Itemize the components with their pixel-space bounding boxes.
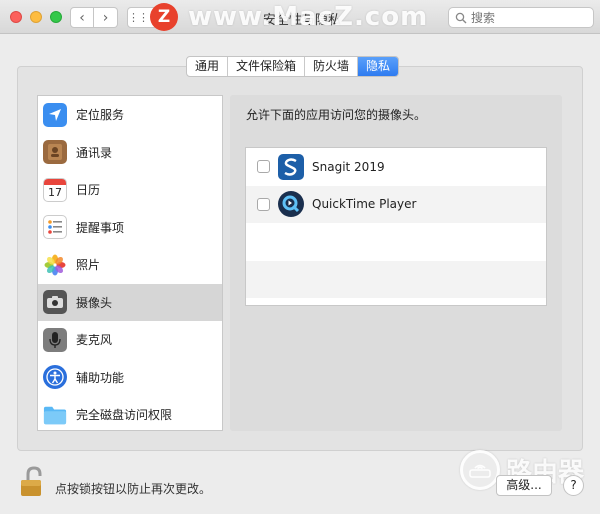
sidebar-item-label: 照片 bbox=[76, 258, 101, 273]
watermark-logo: Z bbox=[150, 3, 178, 31]
tab-bar: 通用 文件保险箱 防火墙 隐私 bbox=[186, 56, 400, 77]
router-icon bbox=[460, 450, 500, 490]
sidebar-item-photos[interactable]: 照片 bbox=[38, 246, 222, 284]
location-icon bbox=[43, 102, 67, 127]
sidebar-item-label: 通讯录 bbox=[76, 145, 113, 160]
sidebar-item-reminders[interactable]: 提醒事项 bbox=[38, 209, 222, 247]
microphone-icon bbox=[43, 327, 67, 352]
help-button[interactable]: ? bbox=[563, 475, 584, 496]
sidebar-item-location[interactable]: 定位服务 bbox=[38, 96, 222, 134]
watermark-text: www.MacZ.com bbox=[188, 2, 429, 32]
app-name: Snagit 2019 bbox=[312, 159, 385, 174]
sidebar-item-camera[interactable]: 摄像头 bbox=[38, 283, 222, 321]
app-list: Snagit 2019 QuickTime Player bbox=[245, 147, 547, 306]
sidebar-item-label: 日历 bbox=[76, 183, 101, 198]
close-window-button[interactable] bbox=[10, 11, 22, 23]
list-item-quicktime[interactable]: QuickTime Player bbox=[246, 185, 546, 223]
contacts-icon bbox=[43, 140, 67, 165]
sidebar-item-label: 辅助功能 bbox=[76, 370, 125, 385]
minimize-window-button[interactable] bbox=[30, 11, 42, 23]
sidebar-item-full-disk-access[interactable]: 完全磁盘访问权限 bbox=[38, 396, 222, 430]
sidebar-item-label: 摄像头 bbox=[76, 295, 113, 310]
calendar-day: 17 bbox=[48, 185, 62, 199]
folder-icon bbox=[43, 403, 67, 427]
app-name: QuickTime Player bbox=[312, 197, 417, 212]
quicktime-icon bbox=[278, 191, 304, 218]
camera-icon bbox=[43, 290, 67, 315]
watermark: Z www.MacZ.com bbox=[150, 2, 428, 32]
sidebar-item-calendar[interactable]: 17 日历 bbox=[38, 171, 222, 209]
search-input[interactable] bbox=[471, 10, 581, 25]
tab-filevault[interactable]: 文件保险箱 bbox=[228, 57, 306, 76]
search-icon bbox=[455, 12, 467, 23]
calendar-icon: 17 bbox=[43, 177, 67, 202]
empty-row bbox=[246, 260, 546, 298]
privacy-sidebar: 定位服务 通讯录 17 日历 提醒事项 照片 摄像头 麦克风 辅助功能 完全磁盘… bbox=[37, 95, 223, 431]
app-checkbox[interactable] bbox=[257, 197, 270, 211]
sidebar-item-label: 完全磁盘访问权限 bbox=[76, 408, 173, 423]
camera-access-prompt: 允许下面的应用访问您的摄像头。 bbox=[246, 108, 427, 122]
lock-button[interactable] bbox=[19, 466, 47, 498]
sidebar-item-microphone[interactable]: 麦克风 bbox=[38, 321, 222, 359]
accessibility-icon bbox=[43, 365, 67, 390]
tab-firewall[interactable]: 防火墙 bbox=[305, 57, 359, 76]
list-item-snagit[interactable]: Snagit 2019 bbox=[246, 148, 546, 186]
advanced-button[interactable]: 高级... bbox=[496, 475, 552, 496]
chevron-right-icon: › bbox=[102, 9, 109, 26]
search-field[interactable] bbox=[448, 7, 594, 28]
back-button[interactable]: ‹ bbox=[70, 7, 94, 28]
tab-general[interactable]: 通用 bbox=[187, 57, 229, 76]
unlocked-padlock-icon bbox=[21, 466, 42, 496]
forward-button[interactable]: › bbox=[94, 7, 118, 28]
empty-row bbox=[246, 223, 546, 261]
sidebar-item-label: 麦克风 bbox=[76, 333, 113, 348]
app-checkbox[interactable] bbox=[257, 160, 270, 174]
snagit-icon bbox=[278, 153, 304, 180]
title-bar: ‹ › ⋮⋮⋮ 安全性与隐私 Z www.MacZ.com bbox=[0, 0, 600, 34]
sidebar-item-accessibility[interactable]: 辅助功能 bbox=[38, 359, 222, 397]
sidebar-item-contacts[interactable]: 通讯录 bbox=[38, 134, 222, 172]
sidebar-item-label: 定位服务 bbox=[76, 108, 125, 123]
sidebar-item-label: 提醒事项 bbox=[76, 220, 125, 235]
lock-instruction: 点按锁按钮以防止再次更改。 bbox=[55, 482, 212, 496]
zoom-window-button[interactable] bbox=[50, 11, 62, 23]
reminders-icon bbox=[43, 215, 67, 240]
tab-privacy[interactable]: 隐私 bbox=[358, 57, 399, 76]
chevron-left-icon: ‹ bbox=[79, 9, 85, 26]
photos-icon bbox=[43, 252, 67, 277]
